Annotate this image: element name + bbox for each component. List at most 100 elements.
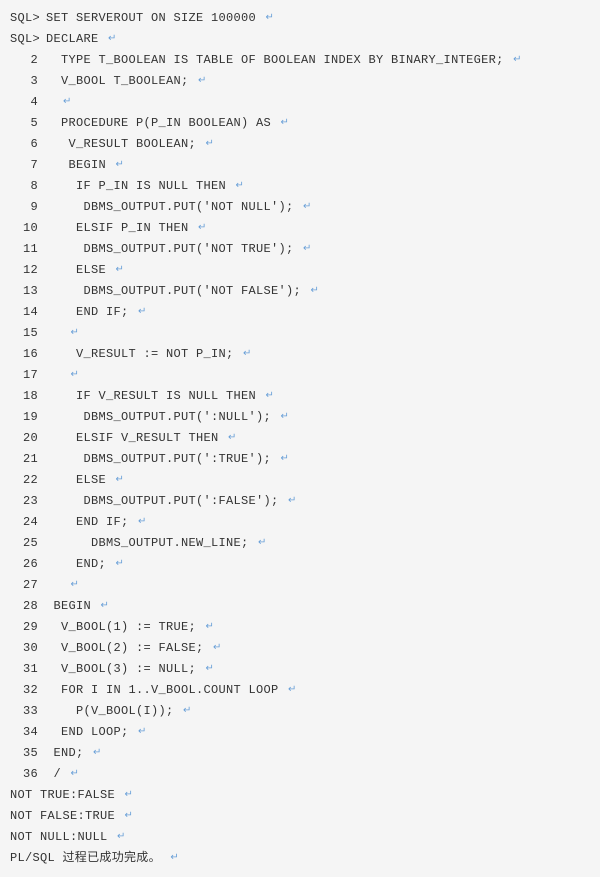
line-code: ELSIF V_RESULT THEN bbox=[46, 431, 226, 445]
line-gutter: 28 bbox=[10, 596, 46, 617]
line-code: P(V_BOOL(I)); bbox=[46, 704, 181, 718]
line-gutter: 21 bbox=[10, 449, 46, 470]
line-code: / bbox=[46, 767, 69, 781]
return-marker-icon: ↵ bbox=[123, 811, 134, 822]
return-marker-icon: ↵ bbox=[114, 559, 125, 570]
code-line: 26 END; ↵ bbox=[10, 554, 590, 575]
return-marker-icon: ↵ bbox=[106, 34, 117, 45]
line-code: NOT TRUE:FALSE bbox=[10, 788, 123, 802]
code-line: NOT TRUE:FALSE ↵ bbox=[10, 785, 590, 806]
line-code: DBMS_OUTPUT.PUT(':FALSE'); bbox=[46, 494, 286, 508]
return-marker-icon: ↵ bbox=[226, 433, 237, 444]
line-gutter: 24 bbox=[10, 512, 46, 533]
code-line: 34 END LOOP; ↵ bbox=[10, 722, 590, 743]
return-marker-icon: ↵ bbox=[114, 475, 125, 486]
return-marker-icon: ↵ bbox=[91, 748, 102, 759]
line-code bbox=[46, 578, 69, 592]
line-code: IF V_RESULT IS NULL THEN bbox=[46, 389, 264, 403]
line-gutter: 27 bbox=[10, 575, 46, 596]
return-marker-icon: ↵ bbox=[211, 643, 222, 654]
code-line: 18 IF V_RESULT IS NULL THEN ↵ bbox=[10, 386, 590, 407]
line-code: V_BOOL T_BOOLEAN; bbox=[46, 74, 196, 88]
line-code: DBMS_OUTPUT.NEW_LINE; bbox=[46, 536, 256, 550]
code-line: 11 DBMS_OUTPUT.PUT('NOT TRUE'); ↵ bbox=[10, 239, 590, 260]
line-code: DBMS_OUTPUT.PUT(':NULL'); bbox=[46, 410, 279, 424]
code-line: 36 / ↵ bbox=[10, 764, 590, 785]
line-gutter: 6 bbox=[10, 134, 46, 155]
line-gutter: 2 bbox=[10, 50, 46, 71]
line-gutter: 16 bbox=[10, 344, 46, 365]
line-gutter: 33 bbox=[10, 701, 46, 722]
code-line: 29 V_BOOL(1) := TRUE; ↵ bbox=[10, 617, 590, 638]
return-marker-icon: ↵ bbox=[264, 391, 275, 402]
line-code: SET SERVEROUT ON SIZE 100000 bbox=[46, 11, 264, 25]
line-gutter: 5 bbox=[10, 113, 46, 134]
line-gutter: 25 bbox=[10, 533, 46, 554]
line-code: END IF; bbox=[46, 515, 136, 529]
code-line: 8 IF P_IN IS NULL THEN ↵ bbox=[10, 176, 590, 197]
line-code: END LOOP; bbox=[46, 725, 136, 739]
code-line: 7 BEGIN ↵ bbox=[10, 155, 590, 176]
line-gutter: 17 bbox=[10, 365, 46, 386]
return-marker-icon: ↵ bbox=[301, 202, 312, 213]
line-code: BEGIN bbox=[46, 158, 114, 172]
code-line: 16 V_RESULT := NOT P_IN; ↵ bbox=[10, 344, 590, 365]
return-marker-icon: ↵ bbox=[301, 244, 312, 255]
line-code: DBMS_OUTPUT.PUT('NOT FALSE'); bbox=[46, 284, 309, 298]
code-line: 20 ELSIF V_RESULT THEN ↵ bbox=[10, 428, 590, 449]
line-code: END; bbox=[46, 746, 91, 760]
code-line: 12 ELSE ↵ bbox=[10, 260, 590, 281]
line-gutter: 3 bbox=[10, 71, 46, 92]
line-code: ELSE bbox=[46, 473, 114, 487]
return-marker-icon: ↵ bbox=[181, 706, 192, 717]
line-gutter: 30 bbox=[10, 638, 46, 659]
line-gutter: 12 bbox=[10, 260, 46, 281]
line-gutter: 36 bbox=[10, 764, 46, 785]
line-gutter: SQL> bbox=[10, 29, 46, 50]
return-marker-icon: ↵ bbox=[69, 580, 80, 591]
code-line: 27 ↵ bbox=[10, 575, 590, 596]
return-marker-icon: ↵ bbox=[123, 790, 134, 801]
line-code: END IF; bbox=[46, 305, 136, 319]
line-code: V_BOOL(1) := TRUE; bbox=[46, 620, 204, 634]
return-marker-icon: ↵ bbox=[204, 622, 215, 633]
line-gutter: 11 bbox=[10, 239, 46, 260]
return-marker-icon: ↵ bbox=[279, 412, 290, 423]
return-marker-icon: ↵ bbox=[196, 223, 207, 234]
line-gutter: 18 bbox=[10, 386, 46, 407]
code-line: 33 P(V_BOOL(I)); ↵ bbox=[10, 701, 590, 722]
return-marker-icon: ↵ bbox=[204, 664, 215, 675]
code-listing: SQL>SET SERVEROUT ON SIZE 100000 ↵SQL>DE… bbox=[10, 8, 590, 869]
return-marker-icon: ↵ bbox=[69, 328, 80, 339]
return-marker-icon: ↵ bbox=[279, 118, 290, 129]
return-marker-icon: ↵ bbox=[69, 370, 80, 381]
line-code: V_BOOL(3) := NULL; bbox=[46, 662, 204, 676]
code-line: 3 V_BOOL T_BOOLEAN; ↵ bbox=[10, 71, 590, 92]
line-gutter: 7 bbox=[10, 155, 46, 176]
line-gutter: 8 bbox=[10, 176, 46, 197]
line-gutter: 19 bbox=[10, 407, 46, 428]
return-marker-icon: ↵ bbox=[99, 601, 110, 612]
line-gutter: 26 bbox=[10, 554, 46, 575]
return-marker-icon: ↵ bbox=[114, 160, 125, 171]
line-code bbox=[46, 326, 69, 340]
line-gutter: 34 bbox=[10, 722, 46, 743]
line-gutter: 31 bbox=[10, 659, 46, 680]
line-code: BEGIN bbox=[46, 599, 99, 613]
line-gutter: 4 bbox=[10, 92, 46, 113]
return-marker-icon: ↵ bbox=[234, 181, 245, 192]
line-code: PL/SQL 过程已成功完成。 bbox=[10, 851, 168, 865]
line-code: ELSIF P_IN THEN bbox=[46, 221, 196, 235]
code-line: 35 END; ↵ bbox=[10, 743, 590, 764]
code-line: PL/SQL 过程已成功完成。 ↵ bbox=[10, 848, 590, 869]
return-marker-icon: ↵ bbox=[204, 139, 215, 150]
code-line: 31 V_BOOL(3) := NULL; ↵ bbox=[10, 659, 590, 680]
return-marker-icon: ↵ bbox=[136, 517, 147, 528]
line-gutter: 15 bbox=[10, 323, 46, 344]
code-line: SQL>DECLARE ↵ bbox=[10, 29, 590, 50]
line-code: END; bbox=[46, 557, 114, 571]
code-line: SQL>SET SERVEROUT ON SIZE 100000 ↵ bbox=[10, 8, 590, 29]
code-line: 25 DBMS_OUTPUT.NEW_LINE; ↵ bbox=[10, 533, 590, 554]
line-code: V_RESULT BOOLEAN; bbox=[46, 137, 204, 151]
line-gutter: 22 bbox=[10, 470, 46, 491]
